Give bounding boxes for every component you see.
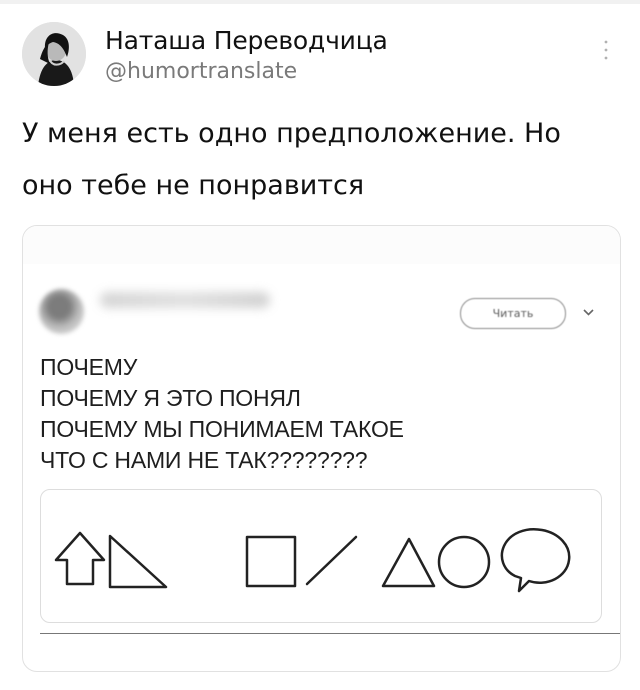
meme-line: ПОЧЕМУ	[40, 354, 138, 380]
shapes-card	[40, 489, 602, 623]
top-divider	[0, 0, 640, 4]
read-button[interactable]: Читать	[460, 298, 566, 329]
embedded-top-area	[23, 226, 620, 264]
meme-line: ПОЧЕМУ Я ЭТО ПОНЯЛ	[40, 385, 301, 411]
meme-line: ПОЧЕМУ МЫ ПОНИМАЕМ ТАКОЕ	[40, 416, 404, 442]
chevron-down-icon[interactable]	[582, 304, 595, 317]
speech-bubble-icon	[500, 528, 571, 593]
square-icon	[245, 535, 297, 588]
triangle-icon	[108, 534, 168, 589]
tweet-text: У меня есть одно предположение. Но оно т…	[22, 118, 561, 201]
meme-text: ПОЧЕМУ ПОЧЕМУ Я ЭТО ПОНЯЛ ПОЧЕМУ МЫ ПОНИ…	[40, 352, 600, 476]
embedded-avatar	[39, 289, 84, 334]
meme-line: ЧТО С НАМИ НЕ ТАК????????	[40, 447, 368, 473]
slash-icon	[305, 535, 358, 586]
vertical-dots-icon[interactable]	[600, 38, 612, 62]
embedded-screenshot: Читать ПОЧЕМУ ПОЧЕМУ Я ЭТО ПОНЯЛ ПОЧЕМУ …	[22, 225, 621, 672]
up-arrow-icon	[54, 531, 106, 586]
circle-icon	[437, 535, 491, 589]
author-handle[interactable]: @humortranslate	[105, 59, 388, 85]
embedded-divider	[40, 633, 620, 634]
triangle-outline-icon	[381, 537, 436, 588]
author-avatar[interactable]	[22, 22, 86, 86]
author-info: Наташа Переводчица @humortranslate	[105, 27, 388, 85]
author-name[interactable]: Наташа Переводчица	[105, 27, 388, 55]
blurred-user-name	[100, 292, 270, 308]
tweet-card: Наташа Переводчица @humortranslate У мен…	[0, 0, 640, 690]
